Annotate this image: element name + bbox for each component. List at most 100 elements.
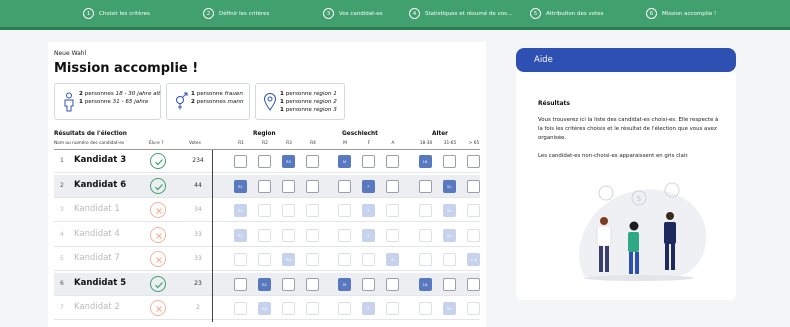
- vote-count: 34: [194, 206, 202, 213]
- criteria-cell: [282, 204, 295, 217]
- criteria-cell: [306, 204, 319, 217]
- step-3[interactable]: 3 Vos candidat-es: [323, 8, 382, 19]
- criteria-cell: R2: [258, 302, 271, 315]
- col-header-a: A: [391, 141, 395, 146]
- step-number: 2: [203, 8, 214, 19]
- cross-circle-icon: [150, 226, 166, 243]
- summary-text: personne: [196, 91, 225, 97]
- step-label: Mission accomplie !: [662, 10, 717, 17]
- candidate-name: Kandidat 1: [74, 204, 120, 214]
- criteria-cell: [443, 155, 456, 168]
- criteria-cell: [386, 277, 399, 291]
- step-number: 4: [409, 8, 420, 19]
- vote-count: 234: [192, 157, 204, 164]
- criteria-cell: [386, 179, 399, 193]
- col-header-65: > 65: [468, 141, 480, 146]
- summary-criterion: region 2: [313, 99, 337, 105]
- criteria-cell: [386, 228, 399, 242]
- location-pin-icon: [263, 93, 277, 111]
- row-number: 7: [60, 304, 64, 311]
- criteria-cell: [467, 155, 480, 168]
- criteria-cell-label: F: [367, 209, 370, 213]
- criteria-cell: R3: [282, 253, 295, 266]
- criteria-cell-label: F: [367, 307, 370, 311]
- criteria-cell-label: 31-: [446, 184, 453, 189]
- criteria-cell-label: 31-: [446, 209, 453, 213]
- results-panel: Neue Wahl Mission accomplie ! 2 personne…: [48, 42, 486, 327]
- col-header-r2: R2: [262, 141, 268, 146]
- criteria-cell: 31-: [443, 302, 456, 315]
- table-row[interactable]: 4 Kandidat 4 33 R1 F 31-: [54, 224, 480, 247]
- step-label: Définir les critères: [219, 10, 270, 17]
- criteria-cell-label: 18-: [422, 282, 429, 287]
- check-circle-icon: [150, 177, 166, 194]
- criteria-cell: [419, 204, 432, 217]
- step-number: 5: [530, 8, 541, 19]
- criteria-cell: [306, 179, 319, 193]
- region-summary-line: 1 personne region 2: [280, 98, 337, 106]
- criteria-cell: [234, 277, 247, 291]
- criteria-cell: [467, 277, 480, 291]
- vote-count: 23: [194, 279, 202, 287]
- age-summary-line: 1 personne 31 - 65 jahre: [79, 98, 160, 106]
- step-2[interactable]: 2 Définir les critères: [203, 8, 269, 19]
- age-group-heading: Alter: [432, 131, 449, 137]
- row-number: 6: [60, 279, 64, 287]
- column-divider: [212, 150, 213, 322]
- criteria-cell-label: 31-: [446, 307, 453, 311]
- gender-summary-line: 1 personne frauen: [191, 90, 244, 98]
- criteria-cell: [338, 204, 351, 217]
- summary-count: 1: [191, 91, 195, 97]
- criteria-cell: [234, 155, 247, 168]
- table-row[interactable]: 1 Kandidat 3 234 R3 M 18-: [54, 150, 480, 173]
- criteria-cell: [258, 204, 271, 217]
- criteria-cell: F: [362, 228, 375, 242]
- criteria-cell: [338, 228, 351, 242]
- col-votes-header: Votes: [189, 141, 201, 146]
- table-row[interactable]: 6 Kandidat 5 23 R2 M 18-: [54, 272, 480, 296]
- team-illustration: $: [579, 182, 707, 281]
- col-name-header: Nom ou numéro des candidat-es: [54, 141, 125, 146]
- criteria-cell-label: R3: [286, 258, 291, 262]
- vote-count: 33: [194, 255, 202, 262]
- criteria-cell-label: F: [367, 233, 370, 238]
- summary-criterion: frauen: [224, 91, 243, 97]
- criteria-cell: R2: [258, 277, 271, 291]
- criteria-cell: [362, 253, 375, 266]
- summary-count: 1: [79, 99, 83, 105]
- criteria-cell: [467, 228, 480, 242]
- candidate-name: Kandidat 5: [74, 277, 127, 288]
- criteria-cell: [419, 228, 432, 242]
- table-row[interactable]: 7 Kandidat 2 2 R2 F 31-: [54, 297, 480, 320]
- step-6[interactable]: 6 Mission accomplie !: [646, 8, 716, 19]
- criteria-cell: [282, 228, 295, 242]
- region-summary-line: 1 personne region 1: [280, 90, 337, 98]
- criteria-cell: [338, 253, 351, 266]
- gender-icon: [176, 92, 188, 110]
- table-row[interactable]: 5 Kandidat 7 33 R3 A > 6: [54, 248, 480, 271]
- candidate-name: Kandidat 3: [74, 155, 127, 165]
- criteria-cell: R3: [282, 155, 295, 168]
- page-supertitle: Neue Wahl: [54, 50, 87, 57]
- table-row[interactable]: 3 Kandidat 1 34 R1 F 31-: [54, 199, 480, 222]
- step-1[interactable]: 1 Choisir les critères: [83, 8, 150, 19]
- criteria-cell: [306, 277, 319, 291]
- summary-criterion: region 3: [313, 107, 337, 113]
- help-panel-header[interactable]: Aide: [516, 48, 736, 72]
- step-label: Statistiques et résumé de vos...: [425, 10, 513, 17]
- criteria-cell: 18-: [419, 277, 432, 291]
- region-summary: 1 personne region 11 personne region 21 …: [255, 83, 345, 120]
- criteria-cell: [338, 302, 351, 315]
- table-row[interactable]: 2 Kandidat 6 44 R1 F 31-: [54, 174, 480, 198]
- summary-criterion: mann: [227, 99, 244, 105]
- criteria-cell: F: [362, 302, 375, 315]
- step-number: 6: [646, 8, 657, 19]
- candidate-name: Kandidat 7: [74, 253, 120, 263]
- vote-count: 44: [194, 181, 202, 189]
- gender-summary: 1 personne frauen 2 personnes mann: [166, 83, 250, 120]
- step-5[interactable]: 5 Attribution des votes: [530, 8, 604, 19]
- step-number: 1: [83, 8, 94, 19]
- svg-text:$: $: [636, 194, 641, 203]
- criteria-cell: [467, 179, 480, 193]
- step-4[interactable]: 4 Statistiques et résumé de vos...: [409, 8, 512, 19]
